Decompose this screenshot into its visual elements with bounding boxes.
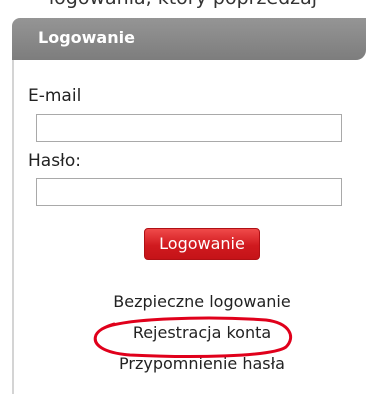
screenshot-stage: logowania, który poprzedzaj Logowanie E-… [0, 0, 366, 394]
secure-login-link[interactable]: Bezpieczne logowanie [62, 292, 342, 311]
password-field[interactable] [36, 178, 342, 206]
cropped-text-line: logowania, który poprzedzaj [0, 0, 366, 9]
email-label: E-mail [28, 86, 82, 106]
highlight-stroke [93, 316, 292, 358]
password-label: Hasło: [28, 151, 82, 171]
login-panel-title: Logowanie [38, 28, 135, 47]
email-field[interactable] [36, 114, 342, 142]
red-highlight-circle [90, 315, 296, 359]
login-button[interactable]: Logowanie [144, 228, 260, 260]
cropped-page-text: logowania, który poprzedzaj [0, 0, 366, 14]
login-panel-header: Logowanie [12, 18, 366, 60]
